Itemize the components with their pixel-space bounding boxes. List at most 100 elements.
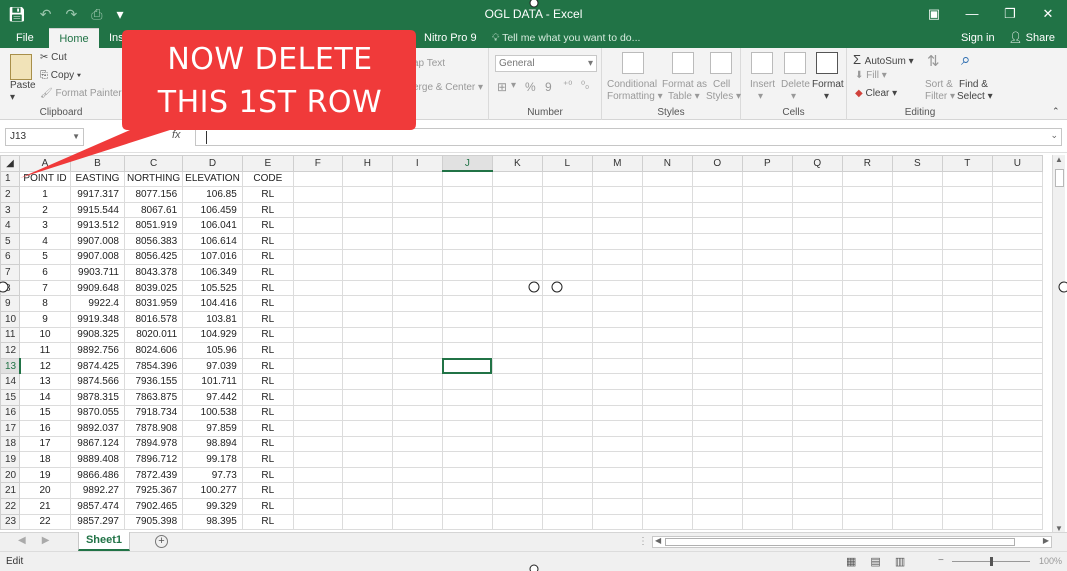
merge-center-button[interactable]: erge & Center	[413, 82, 475, 93]
cell-o4[interactable]	[691, 217, 743, 234]
column-header-q[interactable]: Q	[791, 155, 843, 172]
cell-m15[interactable]	[591, 388, 643, 406]
cell-j21[interactable]	[441, 482, 493, 500]
cell-c16[interactable]: 7918.734	[123, 404, 184, 422]
cell-p4[interactable]	[741, 217, 793, 234]
cell-b21[interactable]: 9892.27	[70, 482, 125, 500]
cell-n16[interactable]	[641, 404, 693, 422]
cell-c6[interactable]: 8056.425	[123, 248, 184, 266]
cell-s12[interactable]	[891, 342, 943, 359]
cell-j3[interactable]	[441, 201, 493, 219]
cell-q15[interactable]	[791, 388, 843, 406]
cell-q5[interactable]	[791, 232, 843, 250]
cell-d18[interactable]: 98.894	[182, 435, 243, 453]
cell-o19[interactable]	[691, 451, 743, 468]
wrap-text-button[interactable]: ap Text	[413, 58, 445, 69]
cell-b2[interactable]: 9917.317	[70, 186, 125, 203]
conditional-formatting-label-2[interactable]: Formatting ▾	[607, 91, 663, 102]
cell-q9[interactable]	[791, 295, 843, 312]
cell-c22[interactable]: 7902.465	[123, 498, 184, 515]
cell-k21[interactable]	[491, 482, 543, 500]
cell-c18[interactable]: 7894.978	[123, 435, 184, 453]
cell-u15[interactable]	[991, 388, 1043, 406]
cell-e11[interactable]: RL	[241, 326, 294, 344]
cell-d2[interactable]: 106.85	[182, 186, 243, 203]
cell-c7[interactable]: 8043.378	[123, 264, 184, 281]
column-header-j[interactable]: J	[441, 155, 493, 173]
row-header-14[interactable]: 14	[0, 373, 20, 390]
cell-f22[interactable]	[292, 498, 343, 515]
cell-u23[interactable]	[991, 513, 1043, 530]
cell-t17[interactable]	[941, 420, 993, 437]
cell-m8[interactable]	[591, 279, 643, 297]
conditional-formatting-icon[interactable]	[622, 52, 644, 74]
cell-c9[interactable]: 8031.959	[123, 295, 184, 312]
cell-q13[interactable]	[791, 357, 843, 375]
prev-sheet-icon[interactable]: ◀	[18, 535, 26, 546]
cell-j12[interactable]	[441, 342, 493, 359]
cell-f17[interactable]	[292, 420, 343, 437]
cell-n11[interactable]	[641, 326, 693, 344]
cell-j8[interactable]	[441, 279, 493, 297]
cell-u4[interactable]	[991, 217, 1043, 234]
cell-h2[interactable]	[341, 186, 393, 203]
cell-f13[interactable]	[292, 357, 343, 375]
vertical-scroll-thumb[interactable]	[1055, 169, 1064, 187]
column-header-c[interactable]: C	[123, 155, 184, 172]
cell-c17[interactable]: 7878.908	[123, 420, 184, 437]
sort-filter-icon[interactable]: ⇅	[927, 52, 940, 70]
cell-s17[interactable]	[891, 420, 943, 437]
cell-b4[interactable]: 9913.512	[70, 217, 125, 234]
cell-i7[interactable]	[391, 264, 443, 281]
cell-k3[interactable]	[491, 201, 543, 219]
cell-d3[interactable]: 106.459	[182, 201, 243, 219]
row-header-18[interactable]: 18	[0, 435, 20, 453]
cell-d1[interactable]: ELEVATION	[182, 170, 243, 188]
cell-i10[interactable]	[391, 310, 443, 328]
column-header-u[interactable]: U	[991, 155, 1043, 172]
cell-c10[interactable]: 8016.578	[123, 310, 184, 328]
cell-t15[interactable]	[941, 388, 993, 406]
cell-e21[interactable]: RL	[241, 482, 294, 500]
cell-o17[interactable]	[691, 420, 743, 437]
cell-e5[interactable]: RL	[241, 232, 294, 250]
cell-j13[interactable]	[441, 357, 493, 375]
cell-a11[interactable]: 10	[19, 326, 71, 344]
row-header-19[interactable]: 19	[0, 451, 20, 468]
cell-p17[interactable]	[741, 420, 793, 437]
cell-n6[interactable]	[641, 248, 693, 266]
cell-b16[interactable]: 9870.055	[70, 404, 125, 422]
cell-s22[interactable]	[891, 498, 943, 515]
cell-d11[interactable]: 104.929	[182, 326, 243, 344]
cell-r11[interactable]	[841, 326, 893, 344]
cell-q12[interactable]	[791, 342, 843, 359]
cell-j15[interactable]	[441, 388, 493, 406]
cell-l8[interactable]	[541, 279, 593, 297]
comma-button[interactable]: 9	[545, 80, 552, 94]
cell-f14[interactable]	[292, 373, 343, 390]
cell-i3[interactable]	[391, 201, 443, 219]
cell-l13[interactable]	[541, 357, 593, 375]
cell-a1[interactable]: POINT ID	[19, 170, 71, 188]
cell-b6[interactable]: 9907.008	[70, 248, 125, 266]
cell-u19[interactable]	[991, 451, 1043, 468]
cell-t4[interactable]	[941, 217, 993, 234]
cell-r9[interactable]	[841, 295, 893, 312]
cell-m14[interactable]	[591, 373, 643, 390]
cell-s4[interactable]	[891, 217, 943, 234]
cell-i2[interactable]	[391, 186, 443, 203]
cell-l3[interactable]	[541, 201, 593, 219]
cell-k14[interactable]	[491, 373, 543, 390]
cell-d17[interactable]: 97.859	[182, 420, 243, 437]
cell-j17[interactable]	[441, 420, 493, 437]
cell-p18[interactable]	[741, 435, 793, 453]
minimize-icon[interactable]: —	[953, 0, 991, 28]
cell-u11[interactable]	[991, 326, 1043, 344]
column-header-r[interactable]: R	[841, 155, 893, 172]
cell-e20[interactable]: RL	[241, 466, 294, 484]
cell-i1[interactable]	[391, 170, 443, 188]
cell-e7[interactable]: RL	[241, 264, 294, 281]
cell-c19[interactable]: 7896.712	[123, 451, 184, 468]
row-header-5[interactable]: 5	[0, 232, 20, 250]
scroll-right-icon[interactable]: ▶	[1043, 536, 1049, 545]
